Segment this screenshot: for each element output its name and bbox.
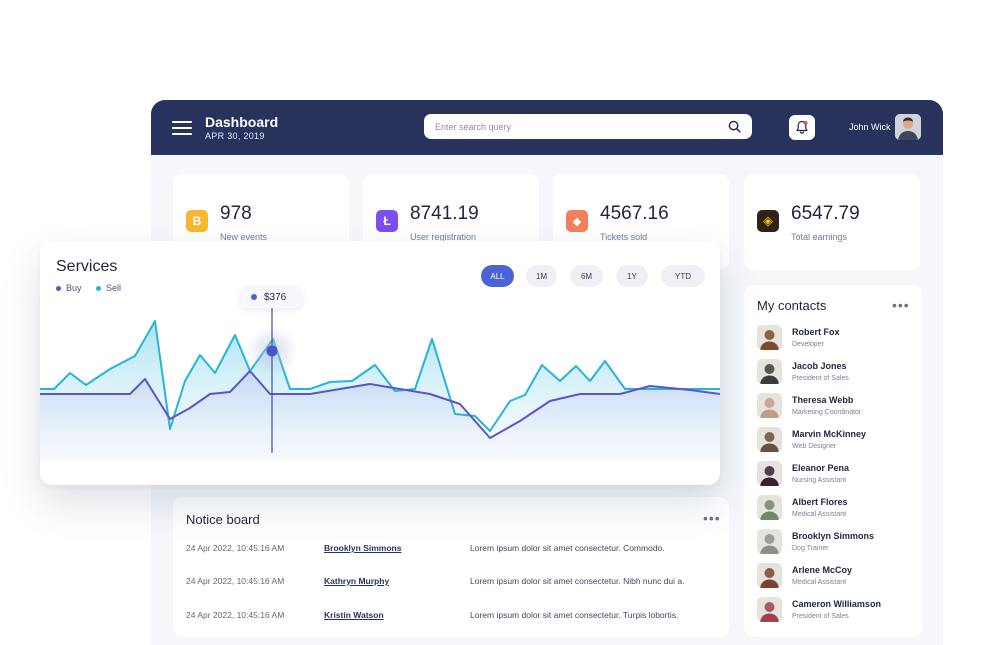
contact-avatar <box>757 597 782 622</box>
contact-role: President of Sales <box>792 375 849 382</box>
notice-board: Notice board ••• 24 Apr 2022, 10:45:16 A… <box>173 497 729 637</box>
contact-name: Theresa Webb <box>792 395 854 405</box>
notice-title: Notice board <box>186 512 260 527</box>
bitcoin-icon: B <box>186 210 208 232</box>
range-button-1m[interactable]: 1M <box>526 265 557 287</box>
contact-avatar <box>757 495 782 520</box>
legend-item-sell[interactable]: Sell <box>96 283 121 293</box>
contact-item[interactable]: Marvin McKinney Web Designer <box>757 426 917 454</box>
contact-role: Marketing Coordinator <box>792 409 862 416</box>
litecoin-icon: Ł <box>376 210 398 232</box>
user-name[interactable]: John Wick <box>849 122 891 132</box>
contact-avatar <box>757 359 782 384</box>
stat-card-total-earnings[interactable]: ◈ 6547.79 Total earnings <box>744 174 920 270</box>
contact-role: Developer <box>792 341 824 348</box>
legend-label: Sell <box>106 283 122 293</box>
contact-avatar <box>757 427 782 452</box>
contact-item[interactable]: Arlene McCoy Medical Assistant <box>757 562 917 590</box>
notice-message: Lorem ipsum dolor sit amet consectetur. … <box>470 576 685 586</box>
contact-name: Robert Fox <box>792 327 840 337</box>
contact-name: Albert Flores <box>792 497 848 507</box>
notice-message: Lorem ipsum dolor sit amet consectetur. … <box>470 543 665 553</box>
notice-date: 24 Apr 2022, 10:45:16 AM <box>186 610 285 620</box>
search-input[interactable] <box>424 114 752 139</box>
stat-value: 4567.16 <box>600 203 669 224</box>
contact-role: Medical Assistant <box>792 579 847 586</box>
tooltip-value: $376 <box>264 291 287 303</box>
range-button-ytd[interactable]: YTD <box>661 265 705 287</box>
contact-avatar <box>757 563 782 588</box>
contact-name: Arlene McCoy <box>792 565 853 575</box>
binance-icon: ◈ <box>757 210 779 232</box>
contact-role: President of Sales <box>792 613 849 620</box>
contact-item[interactable]: Eleanor Pena Nursing Assistant <box>757 460 917 488</box>
contact-role: Web Designer <box>792 443 837 450</box>
search-icon[interactable] <box>728 120 741 133</box>
contact-role: Dog Trainer <box>792 545 829 552</box>
contacts-title: My contacts <box>757 298 827 313</box>
legend-item-buy[interactable]: Buy <box>56 283 82 293</box>
contact-item[interactable]: Brooklyn Simmons Dog Trainer <box>757 528 917 556</box>
notice-date: 24 Apr 2022, 10:45:16 AM <box>186 543 285 553</box>
notifications-button[interactable] <box>789 115 815 140</box>
more-options-icon[interactable]: ••• <box>892 298 910 312</box>
contact-name: Eleanor Pena <box>792 463 850 473</box>
legend-dot <box>56 285 61 291</box>
range-button-all[interactable]: ALL <box>481 265 514 287</box>
contact-role: Medical Assistant <box>792 511 847 518</box>
contact-item[interactable]: Cameron Williamson President of Sales <box>757 596 917 624</box>
stat-value: 8741.19 <box>410 203 479 224</box>
more-options-icon[interactable]: ••• <box>703 511 721 525</box>
bell-icon <box>796 120 808 134</box>
user-avatar[interactable] <box>895 114 921 140</box>
chart-tooltip: $376 <box>241 286 302 308</box>
page-date: APR 30, 2019 <box>205 131 265 141</box>
contact-role: Nursing Assistant <box>792 477 847 484</box>
top-bar: Dashboard APR 30, 2019 John Wick <box>151 100 943 155</box>
notice-author-link[interactable]: Kathryn Murphy <box>324 576 389 586</box>
ethereum-icon: ◆ <box>566 210 588 232</box>
legend-dot <box>96 285 101 291</box>
contact-name: Brooklyn Simmons <box>792 531 875 541</box>
contact-item[interactable]: Jacob Jones President of Sales <box>757 358 917 386</box>
notice-author-link[interactable]: Brooklyn Simmons <box>324 543 401 553</box>
highlight-point[interactable] <box>266 345 278 357</box>
legend-label: Buy <box>66 283 82 293</box>
contact-name: Jacob Jones <box>792 361 847 371</box>
stat-value: 978 <box>220 203 252 224</box>
notice-date: 24 Apr 2022, 10:45:16 AM <box>186 576 285 586</box>
notice-author-link[interactable]: Kristin Watson <box>324 610 384 620</box>
range-button-6m[interactable]: 6M <box>570 265 603 287</box>
notice-row: 24 Apr 2022, 10:45:16 AM Kristin Watson … <box>186 610 716 626</box>
range-button-1y[interactable]: 1Y <box>616 265 648 287</box>
menu-icon[interactable] <box>172 121 192 135</box>
notice-row: 24 Apr 2022, 10:45:16 AM Kathryn Murphy … <box>186 576 716 592</box>
contact-avatar <box>757 461 782 486</box>
tooltip-dot <box>251 294 257 300</box>
contact-name: Marvin McKinney <box>792 429 867 439</box>
contact-item[interactable]: Theresa Webb Marketing Coordinator <box>757 392 917 420</box>
contact-name: Cameron Williamson <box>792 599 881 609</box>
contact-item[interactable]: Robert Fox Developer <box>757 324 917 352</box>
services-chart-card: Services Buy Sell ALL 1M 6M 1Y YTD $376 <box>40 241 720 485</box>
contacts-panel: My contacts ••• Robert Fox Developer Jacob… <box>744 285 922 637</box>
stat-value: 6547.79 <box>791 203 860 224</box>
contact-avatar <box>757 393 782 418</box>
notice-row: 24 Apr 2022, 10:45:16 AM Brooklyn Simmon… <box>186 543 716 559</box>
contact-avatar <box>757 325 782 350</box>
contact-avatar <box>757 529 782 554</box>
notice-message: Lorem ipsum dolor sit amet consectetur. … <box>470 610 679 620</box>
services-title: Services <box>56 258 118 275</box>
contact-item[interactable]: Albert Flores Medical Assistant <box>757 494 917 522</box>
page-title: Dashboard <box>205 114 279 130</box>
stat-label: Total earnings <box>791 232 848 242</box>
